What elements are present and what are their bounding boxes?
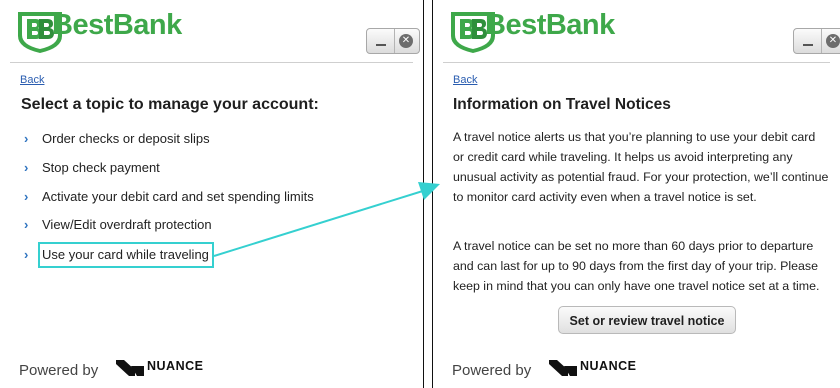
back-link[interactable]: Back <box>20 74 44 86</box>
chevron-right-icon: › <box>24 217 29 232</box>
powered-by-label: Powered by <box>19 362 99 379</box>
close-icon[interactable]: ✕ <box>399 34 413 48</box>
topic-overdraft[interactable]: › View/Edit overdraft protection <box>24 214 212 236</box>
back-link[interactable]: Back <box>453 74 477 86</box>
topic-activate-debit[interactable]: › Activate your debit card and set spendi… <box>24 186 314 208</box>
powered-by-label: Powered by <box>452 362 532 379</box>
minimize-icon[interactable] <box>367 29 395 53</box>
nuance-logo-icon <box>116 360 144 376</box>
topic-order-checks[interactable]: › Order checks or deposit slips <box>24 128 210 150</box>
header: BestBank ✕ <box>0 0 423 62</box>
window-controls: ✕ <box>366 28 420 54</box>
brand-name: BestBank <box>485 9 615 41</box>
highlight-box <box>38 242 214 268</box>
close-icon[interactable]: ✕ <box>826 34 840 48</box>
info-paragraph-1: A travel notice alerts us that you’re pl… <box>453 130 829 204</box>
topic-label: Activate your debit card and set spendin… <box>42 189 314 204</box>
topic-label: View/Edit overdraft protection <box>42 217 212 232</box>
page-title: Information on Travel Notices <box>453 96 671 113</box>
info-paragraph-2: A travel notice can be set no more than … <box>453 239 820 293</box>
brand-name: BestBank <box>52 9 182 41</box>
page-title: Select a topic to manage your account: <box>21 96 319 113</box>
chevron-right-icon: › <box>24 131 29 146</box>
travel-notice-panel: BestBank ✕ Back Information on Travel No… <box>432 0 840 388</box>
header-divider <box>443 62 830 63</box>
footer: Powered by NUANCE <box>0 350 423 388</box>
header-divider <box>10 62 413 63</box>
footer: Powered by NUANCE <box>433 350 840 388</box>
window-controls: ✕ <box>793 28 840 54</box>
topic-label: Order checks or deposit slips <box>42 131 210 146</box>
set-travel-notice-button[interactable]: Set or review travel notice <box>558 306 736 334</box>
vendor-name: NUANCE <box>147 359 204 373</box>
header: BestBank ✕ <box>433 0 840 62</box>
vendor-name: NUANCE <box>580 359 637 373</box>
topic-stop-payment[interactable]: › Stop check payment <box>24 157 160 179</box>
chevron-right-icon: › <box>24 160 29 175</box>
topic-label: Stop check payment <box>42 160 160 175</box>
topic-menu-panel: BestBank ✕ Back Select a topic to manage… <box>0 0 424 388</box>
nuance-logo-icon <box>549 360 577 376</box>
chevron-right-icon: › <box>24 189 29 204</box>
minimize-icon[interactable] <box>794 29 822 53</box>
